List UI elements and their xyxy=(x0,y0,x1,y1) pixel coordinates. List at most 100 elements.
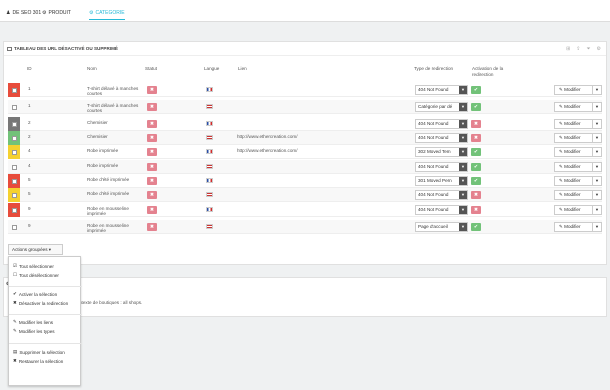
redirect-type-select[interactable]: 404 Not Found ▼ xyxy=(415,85,468,95)
redirect-type-select[interactable]: 404 Not Found ▼ xyxy=(415,133,468,143)
menu-restore[interactable]: ✖ Restaurer la sélection xyxy=(13,358,63,364)
menu-edit-types[interactable]: ✎ Modifier les types xyxy=(13,328,55,334)
redirect-type-select[interactable]: Page d'accueil ▼ xyxy=(415,222,468,232)
redirect-type-select[interactable]: Catégorie par dé ▼ xyxy=(415,102,468,112)
table-row: 2 Chemisier ✖ 404 Not Found ▼ ✖ ✎ Modifier ▼ xyxy=(8,117,602,131)
redirect-type-select[interactable]: 301 Moved Pern ▼ xyxy=(415,176,468,186)
status-toggle-x-icon[interactable]: ✖ xyxy=(147,134,157,142)
activation-check-icon[interactable]: ✔ xyxy=(471,223,481,231)
modify-button[interactable]: ✎ Modifier ▼ xyxy=(554,162,602,172)
table-icon xyxy=(7,46,12,51)
redirect-type-select[interactable]: 404 Not Found ▼ xyxy=(415,205,468,215)
table-row: 2 Chemisier ✖ http://www.ethercreation.com/… xyxy=(8,131,602,145)
row-nom: Robe d'été imprimée xyxy=(87,177,130,182)
row-checkbox[interactable] xyxy=(12,208,17,213)
chevron-down-icon[interactable]: ▼ xyxy=(592,148,601,156)
chevron-down-icon[interactable]: ▼ xyxy=(592,206,601,214)
status-toggle-x-icon[interactable]: ✖ xyxy=(147,120,157,128)
status-toggle-x-icon[interactable]: ✖ xyxy=(147,103,157,111)
activation-x-icon[interactable]: ✖ xyxy=(471,191,481,199)
redirect-type-select[interactable]: 404 Not Found ▼ xyxy=(415,119,468,129)
modify-button[interactable]: ✎ Modifier ▼ xyxy=(554,190,602,200)
chevron-down-icon[interactable]: ▼ xyxy=(592,163,601,171)
modify-button[interactable]: ✎ Modifier ▼ xyxy=(554,205,602,215)
check-icon: ✔ xyxy=(13,291,17,296)
row-checkbox[interactable] xyxy=(12,150,17,155)
chevron-down-icon[interactable]: ▼ xyxy=(592,134,601,142)
status-toggle-x-icon[interactable]: ✖ xyxy=(147,163,157,171)
col-type: Type de redirection xyxy=(414,66,454,71)
modify-button[interactable]: ✎ Modifier ▼ xyxy=(554,147,602,157)
modify-button[interactable]: ✎ Modifier ▼ xyxy=(554,222,602,232)
col-langue: Langue xyxy=(204,66,220,71)
tab-produit[interactable]: ⚙ PRODUIT xyxy=(42,10,71,16)
status-toggle-x-icon[interactable]: ✖ xyxy=(147,86,157,94)
status-toggle-x-icon[interactable]: ✖ xyxy=(147,177,157,185)
col-activation: Activation de la redirection xyxy=(472,66,504,77)
redirect-type-select[interactable]: 404 Not Found ▼ xyxy=(415,190,468,200)
row-nom: Robe d'été imprimée xyxy=(87,191,130,196)
chevron-down-icon[interactable]: ▼ xyxy=(592,191,601,199)
chevron-down-icon[interactable]: ▼ xyxy=(592,86,601,94)
row-checkbox[interactable] xyxy=(12,105,17,110)
modify-button[interactable]: ✎ Modifier ▼ xyxy=(554,176,602,186)
checked-box-icon: ☑ xyxy=(13,263,18,268)
chevron-down-icon[interactable]: ▼ xyxy=(592,223,601,231)
menu-unselect-all[interactable]: ☐ Tout désélectionner xyxy=(13,272,59,278)
status-toggle-x-icon[interactable]: ✖ xyxy=(147,223,157,231)
row-nom: Chemisier xyxy=(87,134,108,139)
menu-deactivate[interactable]: ✖ Désactiver la redirection xyxy=(13,300,68,306)
menu-select-all[interactable]: ☑ Tout sélectionner xyxy=(13,263,54,269)
empty-box-icon: ☐ xyxy=(13,272,18,277)
redirect-type-select[interactable]: 302 Moved Tem ▼ xyxy=(415,147,468,157)
row-checkbox[interactable] xyxy=(12,165,17,170)
col-statut: Statut xyxy=(145,66,158,71)
status-toggle-x-icon[interactable]: ✖ xyxy=(147,191,157,199)
us-flag-icon xyxy=(206,224,213,229)
activation-check-icon[interactable]: ✔ xyxy=(471,177,481,185)
bulk-actions-button[interactable]: Actions groupées ▾ xyxy=(8,244,63,255)
row-checkbox[interactable] xyxy=(12,136,17,141)
status-toggle-x-icon[interactable]: ✖ xyxy=(147,206,157,214)
chevron-down-icon[interactable]: ▼ xyxy=(592,103,601,111)
chevron-down-icon: ▼ xyxy=(459,163,467,171)
menu-delete[interactable]: ▤ Supprimer la sélection xyxy=(13,349,65,355)
row-nom: Robe en mousseline imprimée xyxy=(87,206,129,216)
row-checkbox[interactable] xyxy=(12,122,17,127)
row-checkbox[interactable] xyxy=(12,193,17,198)
chevron-down-icon[interactable]: ▼ xyxy=(592,177,601,185)
modify-button[interactable]: ✎ Modifier ▼ xyxy=(554,119,602,129)
activation-x-icon[interactable]: ✖ xyxy=(471,120,481,128)
row-checkbox[interactable] xyxy=(12,225,17,230)
chevron-down-icon: ▼ xyxy=(459,177,467,185)
activation-check-icon[interactable]: ✔ xyxy=(471,86,481,94)
tab-seo[interactable]: ♟ DE SEO 301 xyxy=(6,10,41,16)
modify-button[interactable]: ✎ Modifier ▼ xyxy=(554,102,602,112)
settings-icon[interactable]: ⚙ xyxy=(597,46,601,52)
activation-check-icon[interactable]: ✔ xyxy=(471,148,481,156)
activation-x-icon[interactable]: ✖ xyxy=(471,206,481,214)
row-nom: Robe imprimée xyxy=(87,148,119,153)
modify-button[interactable]: ✎ Modifier ▼ xyxy=(554,133,602,143)
close-icon: ✖ xyxy=(13,300,17,305)
panel-toolbar: ⊞ ⇪ ⏷ ⚙ xyxy=(566,46,601,52)
add-icon[interactable]: ⊞ xyxy=(566,46,570,52)
chevron-down-icon[interactable]: ▼ xyxy=(592,120,601,128)
row-checkbox[interactable] xyxy=(12,179,17,184)
top-tabs-bar: ♟ DE SEO 301 ⚙ PRODUIT ⚙ CATEGORIE xyxy=(0,0,610,22)
row-id: 1 xyxy=(28,103,31,108)
row-id: 9 xyxy=(28,223,31,228)
activation-check-icon[interactable]: ✔ xyxy=(471,163,481,171)
activation-check-icon[interactable]: ✔ xyxy=(471,103,481,111)
row-checkbox[interactable] xyxy=(12,88,17,93)
us-flag-icon xyxy=(206,192,213,197)
activation-x-icon[interactable]: ✖ xyxy=(471,134,481,142)
modify-button[interactable]: ✎ Modifier ▼ xyxy=(554,85,602,95)
redirect-type-select[interactable]: 404 Not Found ▼ xyxy=(415,162,468,172)
filter-icon[interactable]: ⏷ xyxy=(587,46,591,52)
menu-activate[interactable]: ✔ Activer la sélection xyxy=(13,291,57,297)
status-toggle-x-icon[interactable]: ✖ xyxy=(147,148,157,156)
export-icon[interactable]: ⇪ xyxy=(576,46,580,52)
menu-edit-links[interactable]: ✎ Modifier les liens xyxy=(13,319,53,325)
tab-categorie[interactable]: ⚙ CATEGORIE xyxy=(89,10,125,20)
